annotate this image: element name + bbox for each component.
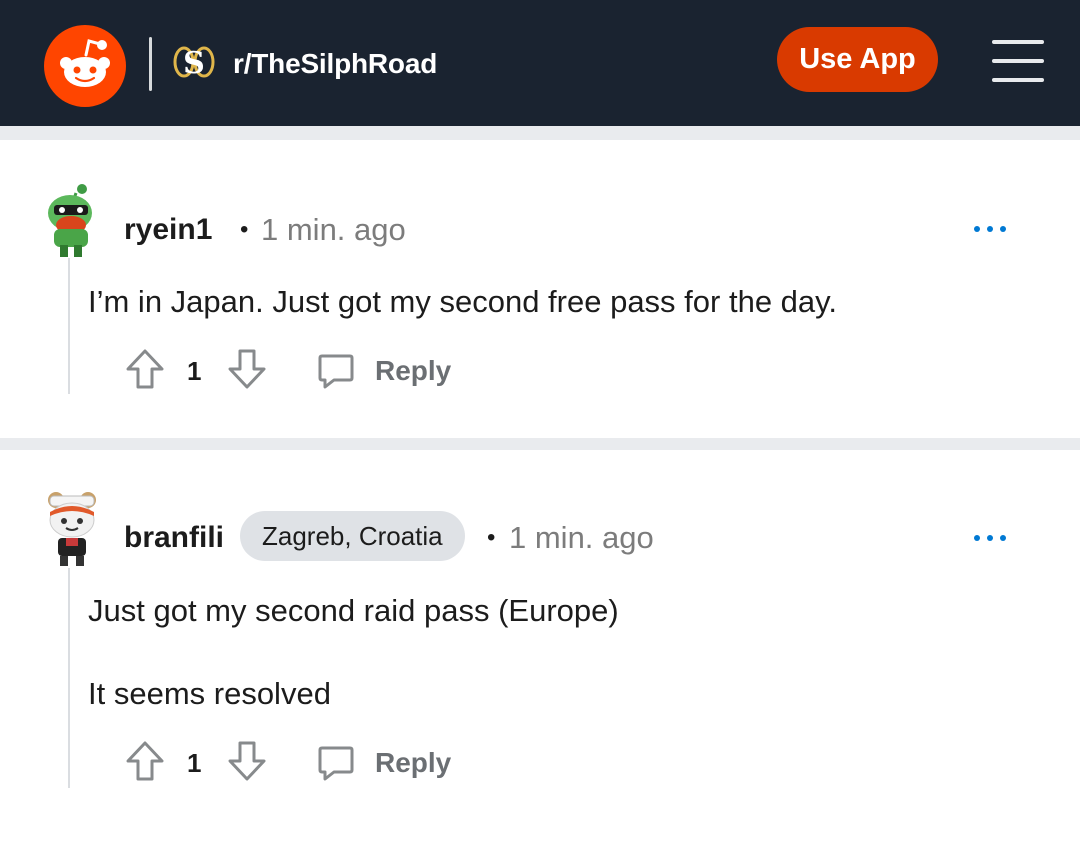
downvote-arrow-icon[interactable] [227,347,267,391]
comment-body-line: It seems resolved [88,676,331,711]
meta-separator: • [487,524,496,551]
use-app-button[interactable]: Use App [777,27,938,92]
section-divider [0,438,1080,450]
meta-separator: • [240,216,249,243]
upvote-arrow-icon[interactable] [125,739,165,783]
vote-score: 1 [187,356,202,386]
header-divider [149,37,152,91]
svg-text:S: S [183,46,205,81]
comment-body-line: Just got my second raid pass (Europe) [88,593,619,628]
vote-score: 1 [187,748,202,778]
user-avatar[interactable] [44,183,100,259]
reply-button[interactable]: Reply [375,741,451,785]
hamburger-menu-icon[interactable] [992,40,1044,84]
reply-button[interactable]: Reply [375,349,451,393]
thread-line[interactable] [68,258,70,394]
subreddit-icon[interactable]: S [172,40,216,84]
user-avatar[interactable] [44,490,100,566]
thread-line[interactable] [68,568,70,788]
top-navigation-bar: S r/TheSilphRoad Use App [0,0,1080,126]
upvote-arrow-icon[interactable] [125,347,165,391]
more-options-icon[interactable] [974,529,1008,549]
comment-username[interactable]: branfili [124,516,224,560]
reply-comment-icon[interactable] [317,352,355,390]
comment-body-line: I’m in Japan. Just got my second free pa… [88,284,837,319]
downvote-arrow-icon[interactable] [227,739,267,783]
comment: ryein1 • 1 min. ago I’m in Japan. Just g… [0,140,1080,438]
more-options-icon[interactable] [974,220,1008,240]
reply-comment-icon[interactable] [317,744,355,782]
comment: branfili Zagreb, Croatia • 1 min. ago Ju… [0,450,1080,843]
reddit-logo-icon[interactable] [44,25,126,107]
user-flair: Zagreb, Croatia [240,511,465,561]
comment-username[interactable]: ryein1 [124,208,212,252]
comment-timestamp: 1 min. ago [509,520,654,555]
section-divider [0,126,1080,140]
comment-timestamp: 1 min. ago [261,212,406,247]
subreddit-name[interactable]: r/TheSilphRoad [233,44,437,84]
